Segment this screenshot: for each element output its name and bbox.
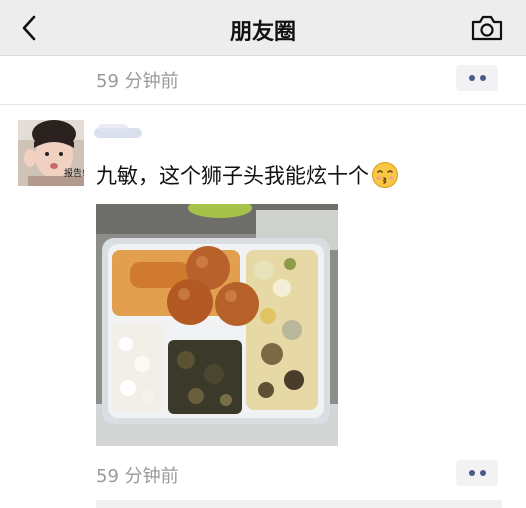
previous-post-footer: 59 分钟前 (0, 57, 526, 103)
boxed-lunch-photo (96, 204, 338, 446)
nav-bar: 朋友圈 (0, 0, 526, 56)
comments-area-edge (96, 500, 502, 508)
more-button[interactable] (456, 460, 498, 486)
avatar[interactable]: 报告! (18, 120, 84, 186)
avatar-sticker-text: 报告! (64, 167, 84, 179)
post-divider (0, 104, 526, 105)
post-caption: 九敏，这个狮子头我能炫十个 (96, 164, 369, 188)
page-title: 朋友圈 (229, 20, 296, 45)
blur-mask (94, 124, 142, 138)
post-photo[interactable] (96, 204, 338, 446)
camera-icon (471, 15, 503, 41)
more-dot (479, 470, 486, 476)
more-dot (479, 75, 486, 81)
kissing-face-icon (372, 161, 398, 188)
post-timestamp: 59 分钟前 (96, 71, 179, 92)
camera-button[interactable] (470, 14, 504, 42)
post-timestamp: 59 分钟前 (96, 466, 179, 487)
more-dots-icon (468, 75, 475, 81)
avatar-image: 报告! (18, 120, 84, 186)
kissing-face-emoji (371, 161, 399, 194)
more-button[interactable] (456, 65, 498, 91)
username-redacted (92, 118, 152, 148)
post-text: 九敏，这个狮子头我能炫十个 (96, 160, 399, 194)
more-dots-icon (468, 470, 475, 476)
